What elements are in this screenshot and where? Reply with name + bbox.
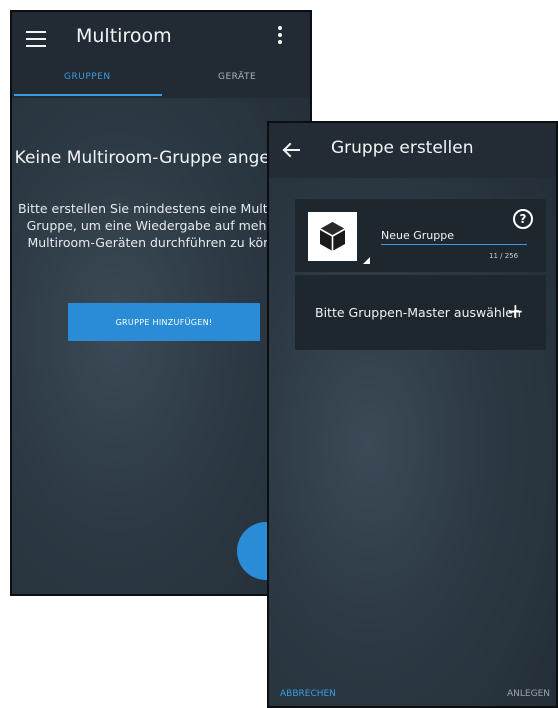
menu-icon[interactable] [26, 31, 46, 47]
tab-bar: GRUPPEN GERÄTE [12, 70, 310, 98]
app-title: Multiroom [76, 25, 172, 47]
page-title: Gruppe erstellen [331, 138, 474, 158]
active-tab-indicator [14, 94, 162, 96]
action-bar: ABBRECHEN ANLEGEN [269, 681, 556, 706]
char-counter: 11 / 256 [489, 252, 519, 260]
help-icon[interactable]: ? [513, 209, 533, 229]
tab-gruppen[interactable]: GRUPPEN [64, 72, 111, 82]
group-icon-picker[interactable] [308, 212, 357, 261]
cube-icon [319, 222, 346, 251]
more-vert-icon[interactable] [276, 26, 284, 50]
group-name-input[interactable] [381, 227, 527, 245]
empty-state-text: Bitte erstellen Sie mindestens eine Mult… [18, 201, 308, 250]
select-master-label: Bitte Gruppen-Master auswählen [315, 305, 521, 320]
plus-icon[interactable]: + [507, 301, 524, 321]
group-name-card: ? 11 / 256 [295, 199, 546, 272]
create-group-screen: Gruppe erstellen ? 11 / 256 Bitte Gruppe… [267, 121, 558, 708]
icon-picker-dropdown-icon[interactable] [363, 257, 370, 264]
back-arrow-icon[interactable] [281, 140, 301, 160]
add-group-button[interactable]: GRUPPE HINZUFÜGEN! [68, 303, 260, 341]
app-bar: Gruppe erstellen [269, 123, 556, 178]
cancel-button[interactable]: ABBRECHEN [280, 689, 336, 699]
app-bar: Multiroom [12, 12, 310, 70]
tab-geraete[interactable]: GERÄTE [218, 72, 256, 82]
create-button[interactable]: ANLEGEN [507, 689, 550, 699]
select-master-row[interactable]: Bitte Gruppen-Master auswählen + [295, 275, 546, 350]
